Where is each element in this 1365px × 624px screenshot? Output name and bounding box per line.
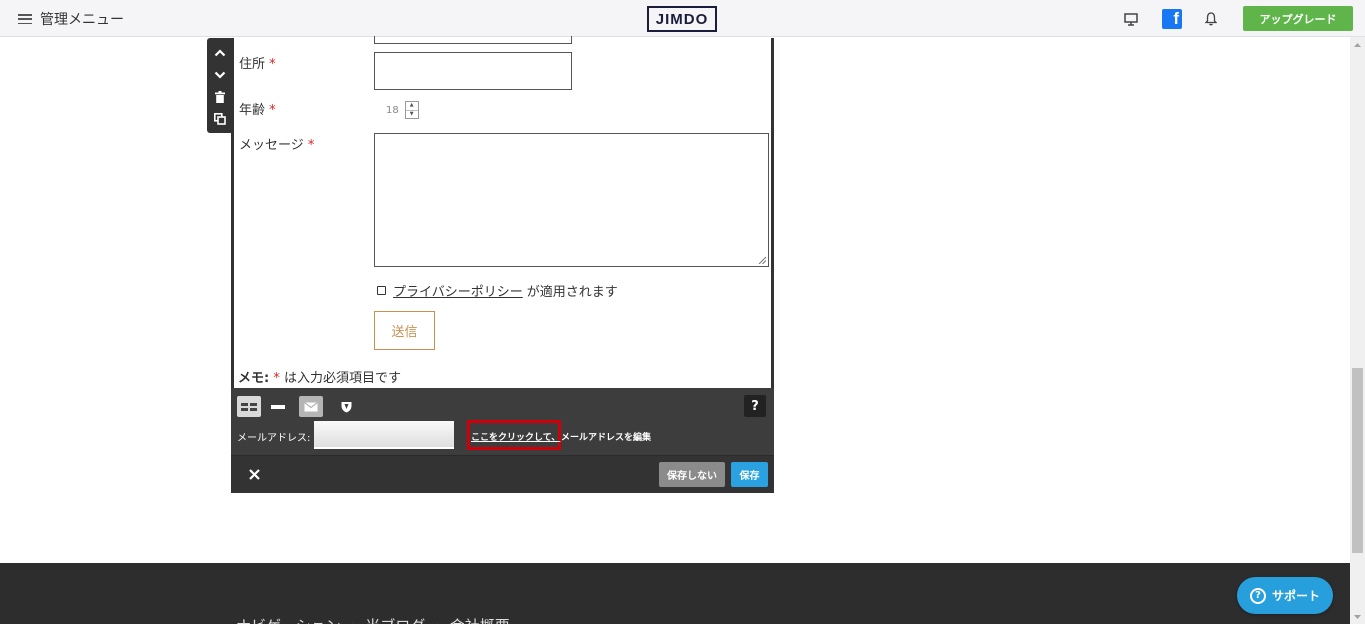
page-scrollbar[interactable] <box>1350 37 1365 624</box>
jimdo-logo[interactable]: JIMDO <box>647 6 717 32</box>
close-icon <box>248 468 260 480</box>
message-label: メッセージ * <box>239 138 315 153</box>
tab-field[interactable] <box>266 396 290 417</box>
trash-icon <box>215 91 225 103</box>
required-note: メモ: * は入力必須項目です <box>238 371 401 386</box>
question-icon: ? <box>1249 587 1266 604</box>
age-number-input[interactable]: 18 ▲ ▼ <box>386 101 419 119</box>
save-button[interactable]: 保存 <box>731 462 768 487</box>
site-footer: ナビゲーション ・ 当ブログ ・ 会社概要 <box>0 563 1350 624</box>
tab-layout[interactable] <box>237 396 261 417</box>
stepper-down-icon[interactable]: ▼ <box>406 111 418 119</box>
envelope-icon <box>304 401 318 411</box>
support-label: サポート <box>1271 589 1320 603</box>
resize-grip-icon[interactable] <box>758 256 766 264</box>
admin-menu-button[interactable]: 管理メニュー <box>18 9 124 29</box>
age-stepper[interactable]: ▲ ▼ <box>404 101 419 119</box>
hamburger-icon <box>18 14 32 24</box>
monitor-icon[interactable] <box>1121 9 1141 29</box>
message-textarea[interactable] <box>374 133 769 267</box>
element-toolbar <box>207 38 233 133</box>
shield-icon <box>341 401 351 412</box>
age-label: 年齢 * <box>239 103 276 118</box>
privacy-policy-link[interactable]: プライバシーポリシー <box>393 281 523 300</box>
delete-button[interactable] <box>207 86 233 108</box>
privacy-consent: プライバシーポリシー が適用されます <box>377 281 618 300</box>
dont-save-button[interactable]: 保存しない <box>659 462 725 487</box>
email-address-field <box>314 421 454 449</box>
move-up-button[interactable] <box>207 42 233 64</box>
bell-icon[interactable] <box>1201 9 1221 29</box>
stepper-up-icon[interactable]: ▲ <box>405 102 418 111</box>
privacy-checkbox[interactable] <box>377 286 386 295</box>
form-editor: 住所 * 年齢 * 18 ▲ ▼ メッセージ * プライバシーポリシー が適用さ… <box>231 36 774 388</box>
layout-icon <box>241 402 257 411</box>
admin-menu-label: 管理メニュー <box>40 12 124 28</box>
address-label: 住所 * <box>239 57 276 72</box>
email-label: メールアドレス: <box>237 433 311 444</box>
address-input[interactable] <box>374 52 572 90</box>
chevron-up-icon <box>214 49 226 57</box>
copy-icon <box>214 113 226 125</box>
privacy-suffix: が適用されます <box>526 285 618 300</box>
previous-field-input[interactable] <box>374 36 572 44</box>
edit-email-text: メールアドレスを編集 <box>561 433 652 443</box>
submit-button[interactable]: 送信 <box>374 311 435 350</box>
form-settings-panel: ? メールアドレス: ここをクリックして、 メールアドレスを編集 保存しない 保… <box>231 388 774 493</box>
scroll-up-icon[interactable] <box>1350 37 1365 52</box>
duplicate-button[interactable] <box>207 108 233 130</box>
upgrade-button[interactable]: アップグレード <box>1243 6 1353 31</box>
top-bar: 管理メニュー JIMDO f アップグレード <box>0 0 1365 37</box>
facebook-icon[interactable]: f <box>1162 9 1182 29</box>
chevron-down-icon <box>214 71 226 79</box>
edit-email-link[interactable]: ここをクリックして、 <box>471 430 560 443</box>
footer-text: ナビゲーション ・ 当ブログ ・ 会社概要 <box>236 615 510 624</box>
support-button[interactable]: ? サポート <box>1237 577 1333 614</box>
scroll-down-icon[interactable] <box>1350 609 1365 624</box>
scroll-thumb[interactable] <box>1352 368 1363 553</box>
field-icon <box>271 404 285 409</box>
panel-action-bar: 保存しない 保存 <box>231 456 774 493</box>
close-button[interactable] <box>244 464 264 484</box>
age-value: 18 <box>386 104 399 116</box>
move-down-button[interactable] <box>207 64 233 86</box>
tab-email[interactable] <box>299 396 323 417</box>
help-button[interactable]: ? <box>744 395 766 417</box>
tab-spam-protection[interactable] <box>334 396 358 417</box>
